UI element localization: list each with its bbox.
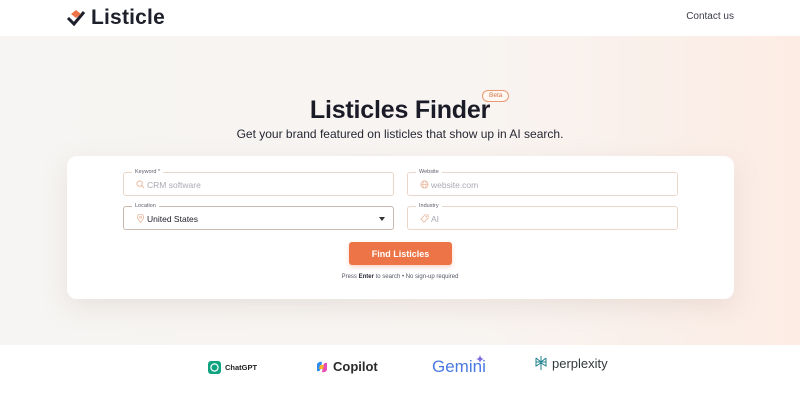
location-select[interactable]: Location United States	[123, 202, 394, 230]
chatgpt-logo-icon	[208, 361, 221, 374]
hero-title-wrap: Listicles Finder	[0, 96, 800, 125]
partner-perplexity-name: perplexity	[552, 355, 608, 371]
partner-perplexity: perplexity	[534, 355, 608, 371]
website-field[interactable]: Website website.com	[407, 168, 678, 196]
listicle-logo-icon	[66, 10, 86, 27]
partner-chatgpt: ChatGPT	[208, 361, 257, 374]
partner-gemini: Gemini	[432, 355, 486, 377]
industry-field[interactable]: Industry AI	[407, 202, 678, 230]
partner-chatgpt-name: ChatGPT	[225, 363, 258, 372]
location-value: United States	[147, 214, 199, 224]
hint-suffix: to search • No sign-up required	[373, 274, 459, 280]
keyword-input[interactable]: CRM software	[147, 180, 201, 190]
tag-icon	[420, 214, 429, 223]
location-label: Location	[132, 202, 159, 210]
partners-strip	[0, 345, 800, 398]
website-label: Website	[416, 168, 442, 176]
gemini-spark-icon	[476, 355, 484, 363]
website-input[interactable]: website.com	[431, 180, 478, 190]
search-icon	[136, 180, 145, 189]
search-hint: Press Enter to search • No sign-up requi…	[0, 274, 800, 280]
hint-prefix: Press	[341, 274, 359, 280]
brand-logo[interactable]: Listicle	[66, 6, 165, 30]
contact-link[interactable]: Contact us	[686, 11, 734, 22]
partner-copilot-name: Copilot	[333, 359, 378, 374]
hint-key: Enter	[358, 274, 374, 280]
beta-badge: Beta	[482, 90, 510, 102]
keyword-field[interactable]: Keyword * CRM software	[123, 168, 394, 196]
find-listicles-button[interactable]: Find Listicles	[349, 242, 452, 265]
partner-copilot: Copilot	[315, 359, 378, 374]
pin-icon	[136, 214, 145, 223]
chevron-down-icon[interactable]	[379, 217, 385, 221]
industry-input[interactable]: AI	[431, 214, 439, 224]
keyword-label: Keyword *	[132, 168, 164, 176]
brand-name: Listicle	[91, 6, 165, 29]
page-subtitle: Get your brand featured on listicles tha…	[236, 127, 564, 141]
globe-icon	[420, 180, 429, 189]
top-header: Listicle Contact us	[0, 0, 800, 36]
copilot-logo-icon	[317, 361, 327, 372]
page-title: Listicles Finder	[309, 96, 491, 124]
perplexity-logo-icon	[535, 356, 547, 370]
industry-label: Industry	[416, 202, 442, 210]
